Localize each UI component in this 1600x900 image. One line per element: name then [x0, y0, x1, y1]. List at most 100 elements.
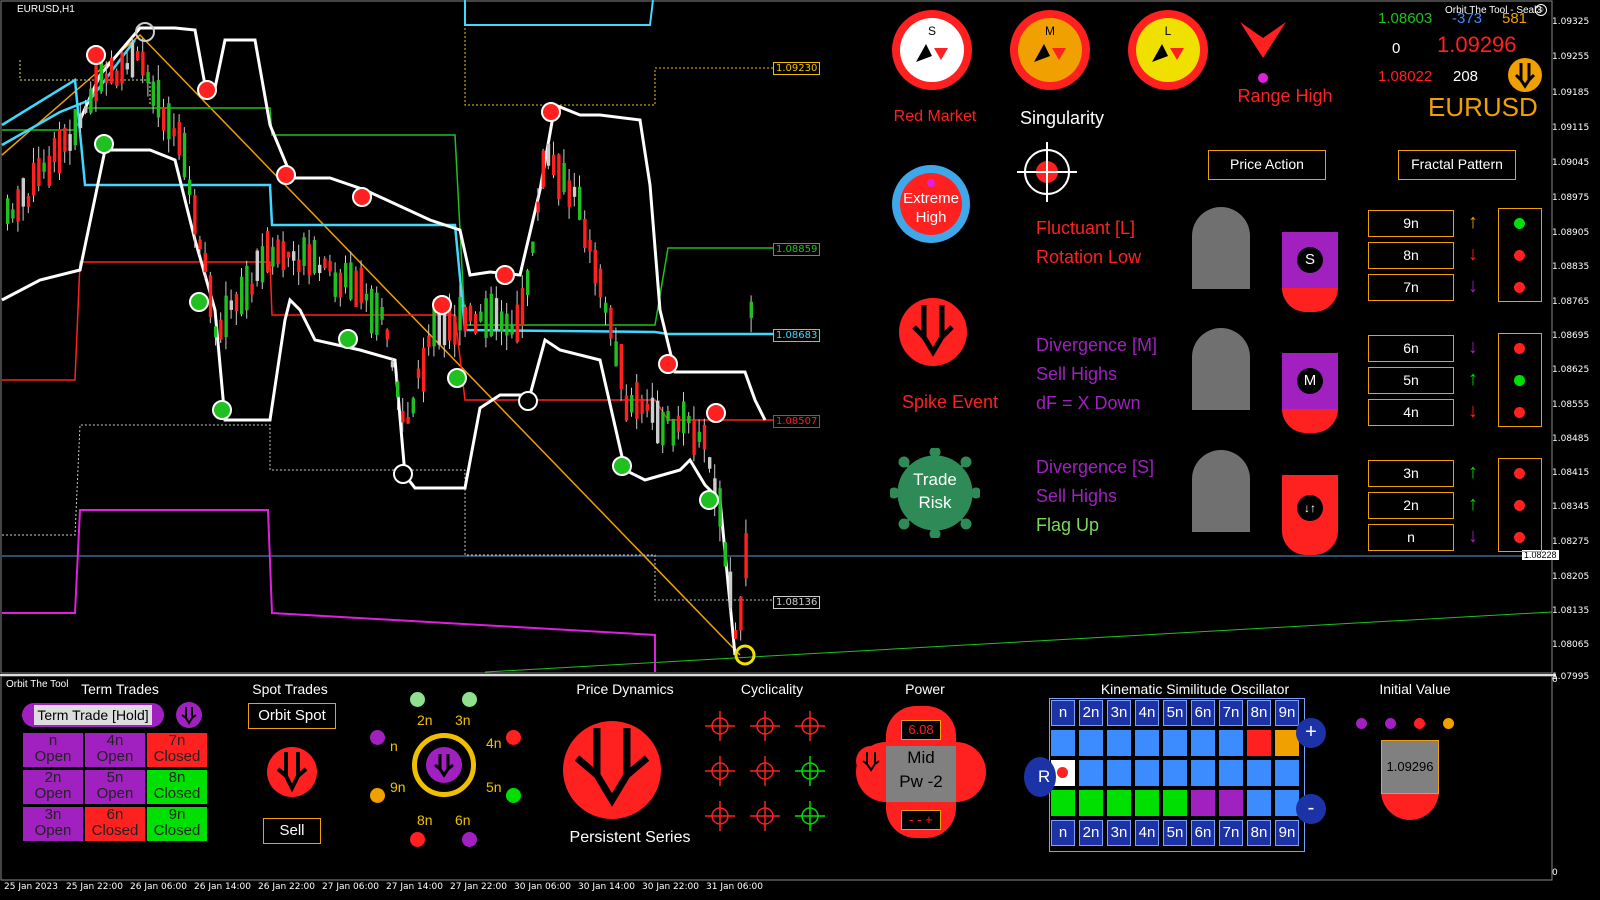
quote-low: 1.08022 — [1378, 68, 1433, 85]
candle-body — [162, 107, 166, 131]
term-cell[interactable]: 6n Closed — [85, 807, 145, 841]
kso-cell — [1191, 730, 1215, 756]
crosshair-icon — [750, 711, 780, 741]
kso-cell — [1247, 790, 1271, 816]
kso-cell — [1163, 790, 1187, 816]
ring-label: 2n — [417, 712, 433, 728]
candle-body — [120, 52, 124, 84]
term-cell-label: 2n — [44, 769, 62, 786]
time-axis-label: 30 Jan 06:00 — [514, 882, 571, 892]
candle-body — [177, 122, 181, 156]
term-cell[interactable]: 8n Closed — [147, 770, 207, 804]
candle-body — [354, 270, 358, 307]
candle-body — [266, 230, 270, 273]
fractal-row-n: n — [1368, 524, 1454, 551]
kso-plus-button[interactable]: + — [1296, 718, 1326, 748]
price-axis-label: 1.08975 — [1552, 193, 1590, 203]
candle-body — [370, 288, 374, 334]
candle-body — [723, 542, 727, 567]
level-tag-2: 1.08859 — [773, 243, 821, 256]
orbit-spot-button[interactable]: Orbit Spot — [248, 703, 336, 729]
candle-body — [151, 81, 155, 106]
term-cell[interactable]: 4n Open — [85, 733, 145, 767]
candle-body — [146, 72, 150, 84]
time-axis-label: 31 Jan 06:00 — [706, 882, 763, 892]
fractal-row-4n: 4n — [1368, 399, 1454, 426]
kso-r-button[interactable]: R — [1024, 757, 1056, 797]
fractal-pattern-button[interactable]: Fractal Pattern — [1398, 150, 1516, 180]
term-trade-toggle[interactable]: Term Trade [Hold] — [22, 703, 164, 727]
candle-body — [26, 195, 31, 207]
candle-body — [489, 293, 493, 337]
crosshair-icon — [705, 756, 735, 786]
candle-body — [16, 189, 20, 222]
candle-body — [422, 347, 426, 392]
candle-body — [614, 341, 618, 367]
kso-active-dot — [1057, 767, 1068, 778]
term-cell[interactable]: 5n Open — [85, 770, 145, 804]
dot-box-2 — [1498, 333, 1542, 427]
kso-cell — [1247, 730, 1271, 756]
fractal-arrow-icon: ↑ — [1468, 493, 1478, 515]
time-axis-label: 26 Jan 14:00 — [194, 882, 251, 892]
candle-body — [609, 307, 613, 339]
candle-body — [188, 179, 192, 195]
kso-header: 5n — [1163, 820, 1187, 846]
persistent-series-label: Persistent Series — [569, 829, 691, 846]
level-tag-5: 1.08136 — [773, 596, 821, 609]
fractal-arrow-icon: ↓ — [1468, 243, 1478, 265]
candle-body — [416, 368, 421, 379]
candle-body — [73, 109, 77, 146]
term-down-icon — [176, 702, 202, 728]
fractal-arrow-icon: ↑ — [1468, 211, 1478, 233]
term-cell[interactable]: 7n Closed — [147, 733, 207, 767]
red-marker — [432, 295, 452, 315]
candle-body — [198, 239, 202, 250]
green-marker — [94, 134, 114, 154]
term-cell-label: 8n — [168, 769, 186, 786]
kso-header: 9n — [1275, 820, 1299, 846]
candle-body — [557, 154, 561, 200]
candle-body — [323, 258, 327, 269]
candle-body — [671, 418, 675, 446]
fractal-arrow-icon: ↓ — [1468, 336, 1478, 358]
term-cell[interactable]: n Open — [23, 733, 83, 767]
initial-value-title: Initial Value — [1379, 681, 1451, 697]
cyclicality-title: Cyclicality — [740, 681, 804, 697]
term-cell[interactable]: 3n Open — [23, 807, 83, 841]
price-axis-label: 1.08765 — [1552, 297, 1590, 307]
price-action-button[interactable]: Price Action — [1208, 150, 1326, 180]
indicator-s: S — [892, 10, 972, 90]
symbol-name: EURUSD — [1428, 92, 1538, 122]
candle-body — [624, 395, 629, 421]
fractal-row-2n: 2n — [1368, 492, 1454, 519]
term-cell[interactable]: 2n Open — [23, 770, 83, 804]
green-marker — [338, 329, 358, 349]
neutral-marker — [518, 391, 538, 411]
candle-body — [728, 571, 733, 609]
candle-body — [375, 292, 379, 335]
kso-minus-button[interactable]: - — [1296, 794, 1326, 824]
candle-body — [666, 411, 670, 422]
candle-body — [364, 293, 369, 301]
candle-body — [500, 311, 504, 332]
kso-cell — [1135, 730, 1159, 756]
candle-body — [58, 129, 62, 174]
candle-body — [255, 250, 259, 281]
red-market-label: Red Market — [893, 108, 977, 125]
sell-button[interactable]: Sell — [263, 818, 321, 844]
term-cell[interactable]: 9n Closed — [147, 807, 207, 841]
candle-body — [708, 457, 712, 469]
candle-body — [401, 411, 405, 423]
candle-body — [125, 63, 129, 70]
quote-high: 1.08603 — [1378, 10, 1433, 27]
kso-cell — [1163, 760, 1187, 786]
candle-body — [136, 51, 140, 61]
kso-cell — [1107, 790, 1131, 816]
kso-cell — [1051, 790, 1075, 816]
term-cell-label: 9n — [168, 806, 186, 823]
price-axis-label: 1.08205 — [1552, 572, 1590, 582]
price-axis-label: 1.09045 — [1552, 158, 1590, 168]
badge-m: M — [1282, 353, 1338, 433]
iv-dot-4 — [1443, 718, 1454, 729]
